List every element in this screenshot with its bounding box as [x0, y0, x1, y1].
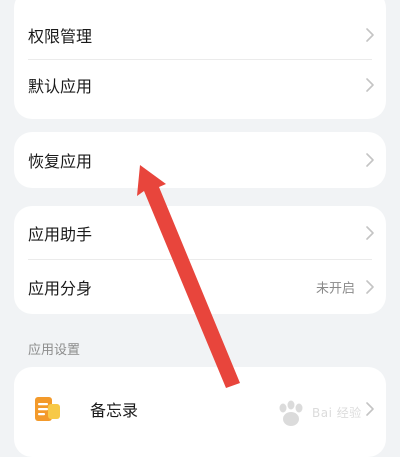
baidu-watermark: Bai 经验 — [274, 399, 394, 433]
chevron-right-icon — [366, 78, 374, 92]
permission-management-item[interactable]: 权限管理 — [14, 10, 386, 60]
app-twin-item[interactable]: 应用分身 未开启 — [14, 260, 386, 314]
chevron-right-icon — [366, 226, 374, 240]
app-twin-status: 未开启 — [315, 281, 355, 297]
restore-apps-item[interactable]: 恢复应用 — [14, 132, 386, 188]
chevron-right-icon — [366, 28, 374, 42]
watermark-text: Bai 经验 — [312, 406, 362, 420]
app-tools-card: 应用助手 应用分身 未开启 — [14, 206, 386, 314]
permissions-card: 权限管理 默认应用 — [14, 0, 386, 119]
app-assistant-label: 应用助手 — [28, 225, 93, 244]
paw-icon — [279, 400, 303, 426]
app-twin-label: 应用分身 — [28, 279, 93, 298]
chevron-right-icon — [366, 153, 374, 167]
restore-apps-card: 恢复应用 — [14, 132, 386, 188]
default-apps-label: 默认应用 — [28, 77, 93, 96]
restore-apps-label: 恢复应用 — [28, 152, 93, 171]
notes-app-label: 备忘录 — [90, 401, 139, 420]
section-title-app-settings: 应用设置 — [28, 343, 81, 358]
chevron-right-icon — [366, 280, 374, 294]
permission-management-label: 权限管理 — [28, 27, 93, 46]
app-assistant-item[interactable]: 应用助手 — [14, 206, 386, 260]
notes-app-icon — [35, 397, 60, 421]
default-apps-item[interactable]: 默认应用 — [14, 60, 386, 110]
